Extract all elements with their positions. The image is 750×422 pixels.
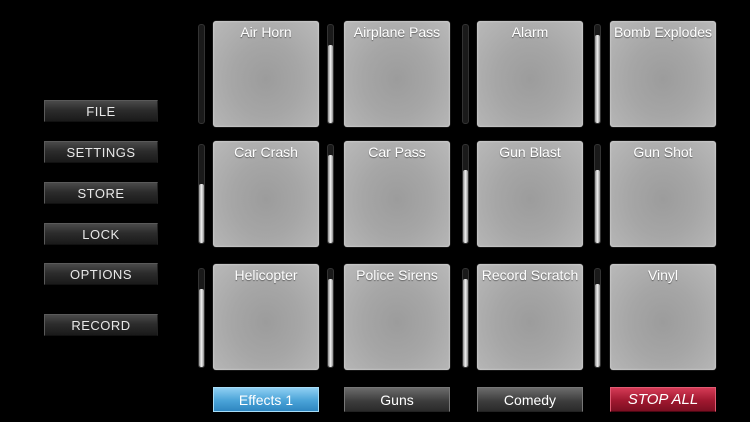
sound-pad-airplane-pass[interactable]: Airplane Pass bbox=[344, 21, 450, 127]
volume-slider-air-horn[interactable] bbox=[198, 24, 205, 124]
volume-slider-car-pass[interactable] bbox=[327, 144, 334, 244]
tab-effects-1[interactable]: Effects 1 bbox=[213, 387, 319, 412]
lock-button[interactable]: LOCK bbox=[44, 223, 158, 245]
volume-level bbox=[199, 184, 204, 243]
volume-slider-police-sirens[interactable] bbox=[327, 268, 334, 368]
sound-pad-record-scratch[interactable]: Record Scratch bbox=[477, 264, 583, 370]
record-button[interactable]: RECORD bbox=[44, 314, 158, 336]
options-button[interactable]: OPTIONS bbox=[44, 263, 158, 285]
volume-level bbox=[328, 154, 333, 243]
stop-all-button[interactable]: STOP ALL bbox=[610, 387, 716, 412]
pad-label: Gun Blast bbox=[499, 144, 561, 160]
volume-level bbox=[595, 283, 600, 367]
file-button[interactable]: FILE bbox=[44, 100, 158, 122]
pad-label: Alarm bbox=[511, 24, 549, 40]
volume-slider-bomb-explodes[interactable] bbox=[594, 24, 601, 124]
pad-label: Record Scratch bbox=[481, 267, 579, 283]
sound-pad-police-sirens[interactable]: Police Sirens bbox=[344, 264, 450, 370]
sound-pad-vinyl[interactable]: Vinyl bbox=[610, 264, 716, 370]
volume-slider-vinyl[interactable] bbox=[594, 268, 601, 368]
volume-level bbox=[463, 169, 468, 243]
volume-slider-alarm[interactable] bbox=[462, 24, 469, 124]
volume-slider-helicopter[interactable] bbox=[198, 268, 205, 368]
pad-label: Air Horn bbox=[240, 24, 292, 40]
sound-pad-gun-shot[interactable]: Gun Shot bbox=[610, 141, 716, 247]
sound-pad-car-crash[interactable]: Car Crash bbox=[213, 141, 319, 247]
pad-label: Car Pass bbox=[368, 144, 426, 160]
volume-slider-car-crash[interactable] bbox=[198, 144, 205, 244]
pad-label: Airplane Pass bbox=[353, 24, 441, 40]
pad-label: Vinyl bbox=[647, 267, 679, 283]
volume-slider-record-scratch[interactable] bbox=[462, 268, 469, 368]
volume-level bbox=[328, 278, 333, 367]
pad-label: Helicopter bbox=[234, 267, 298, 283]
volume-level bbox=[595, 34, 600, 123]
volume-level bbox=[328, 44, 333, 123]
pad-label: Bomb Explodes bbox=[613, 24, 713, 40]
volume-slider-airplane-pass[interactable] bbox=[327, 24, 334, 124]
sound-pad-bomb-explodes[interactable]: Bomb Explodes bbox=[610, 21, 716, 127]
volume-level bbox=[595, 169, 600, 243]
sound-pad-car-pass[interactable]: Car Pass bbox=[344, 141, 450, 247]
tab-comedy[interactable]: Comedy bbox=[477, 387, 583, 412]
store-button[interactable]: STORE bbox=[44, 182, 158, 204]
volume-slider-gun-shot[interactable] bbox=[594, 144, 601, 244]
tab-guns[interactable]: Guns bbox=[344, 387, 450, 412]
pad-label: Police Sirens bbox=[356, 267, 438, 283]
sound-pad-alarm[interactable]: Alarm bbox=[477, 21, 583, 127]
volume-slider-gun-blast[interactable] bbox=[462, 144, 469, 244]
sound-pad-helicopter[interactable]: Helicopter bbox=[213, 264, 319, 370]
settings-button[interactable]: SETTINGS bbox=[44, 141, 158, 163]
sound-pad-air-horn[interactable]: Air Horn bbox=[213, 21, 319, 127]
sound-pad-gun-blast[interactable]: Gun Blast bbox=[477, 141, 583, 247]
volume-level bbox=[199, 288, 204, 367]
pad-label: Gun Shot bbox=[633, 144, 693, 160]
volume-level bbox=[463, 278, 468, 367]
pad-label: Car Crash bbox=[234, 144, 298, 160]
